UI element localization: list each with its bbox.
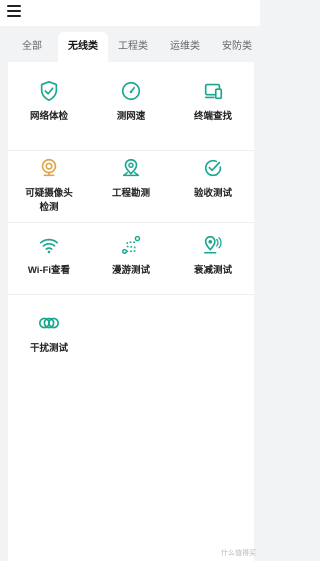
- menu-icon[interactable]: [7, 5, 21, 18]
- tool-label: 验收测试: [193, 188, 232, 199]
- tool-label: 漫游测试: [111, 265, 150, 276]
- interference-rings-icon: [39, 317, 59, 329]
- roaming-path-icon: [122, 235, 141, 254]
- tab-wireless[interactable]: 无线类: [58, 32, 108, 62]
- tool-label-line1: 可疑摄像头: [25, 188, 73, 199]
- tool-label-line2: 检测: [39, 202, 59, 213]
- tool-label: 工程勘测: [111, 188, 150, 199]
- tool-speed-test[interactable]: 测网速: [90, 80, 172, 124]
- tool-acceptance-test[interactable]: 验收测试: [172, 157, 254, 201]
- tools-panel: 网络体检 测网速 终端查找 可疑摄像头 检测 工程勘测 验收测试 Wi-Fi查看…: [8, 62, 254, 561]
- map-pin-icon: [122, 158, 140, 177]
- tool-label: 可疑摄像头 检测: [8, 187, 90, 215]
- tool-label: 衰减测试: [193, 265, 232, 276]
- speedometer-icon: [121, 81, 141, 101]
- tab-all[interactable]: 全部: [12, 32, 52, 62]
- wifi-icon: [39, 238, 59, 254]
- top-bar: [0, 0, 260, 26]
- devices-icon: [204, 83, 223, 100]
- tool-wifi-view[interactable]: Wi-Fi查看: [8, 234, 90, 278]
- tool-interference-test[interactable]: 干扰测试: [8, 312, 90, 356]
- tool-camera-detect[interactable]: 可疑摄像头 检测: [8, 157, 90, 215]
- tab-security[interactable]: 安防类: [214, 32, 260, 62]
- tool-roaming-test[interactable]: 漫游测试: [90, 234, 172, 278]
- tab-operations[interactable]: 运维类: [162, 32, 208, 62]
- check-circle-icon: [204, 159, 222, 177]
- tool-site-survey[interactable]: 工程勘测: [90, 157, 172, 201]
- camera-icon: [41, 158, 57, 177]
- row-divider: [8, 294, 254, 295]
- shield-check-icon: [40, 81, 58, 101]
- tool-attenuation-test[interactable]: 衰减测试: [172, 234, 254, 278]
- tool-network-checkup[interactable]: 网络体检: [8, 80, 90, 124]
- tool-device-finder[interactable]: 终端查找: [172, 80, 254, 124]
- tool-label: 测网速: [116, 111, 146, 122]
- category-tabs: 全部 无线类 工程类 运维类 安防类: [0, 32, 260, 62]
- tool-label: 终端查找: [193, 111, 232, 122]
- tool-label: 网络体检: [29, 111, 68, 122]
- row-divider: [8, 222, 254, 223]
- tool-label: Wi-Fi查看: [27, 265, 71, 276]
- row-divider: [8, 150, 254, 151]
- watermark: 什么值得买: [221, 550, 256, 557]
- tool-label: 干扰测试: [29, 343, 68, 354]
- tab-engineering[interactable]: 工程类: [112, 32, 154, 62]
- signal-attenuation-icon: [204, 235, 222, 254]
